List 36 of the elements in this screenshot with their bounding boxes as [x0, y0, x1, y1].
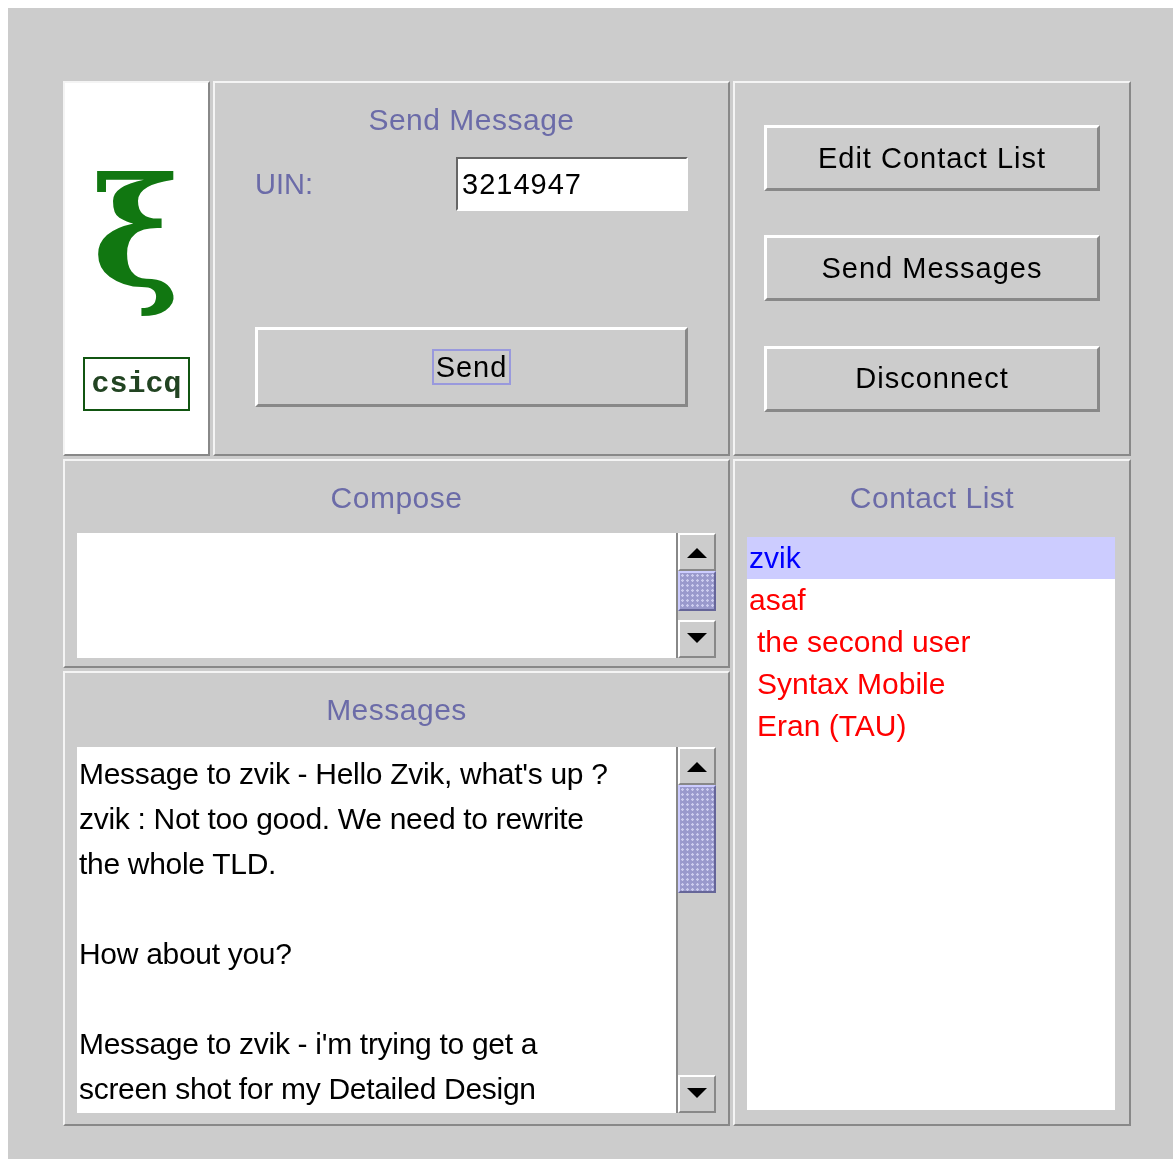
scroll-up-button[interactable]: [678, 747, 716, 785]
uin-label: UIN:: [255, 167, 313, 201]
scroll-thumb[interactable]: [678, 785, 716, 893]
panel-title: Messages: [326, 693, 467, 727]
panel-title: Compose: [330, 481, 463, 515]
compose-field[interactable]: [77, 533, 676, 658]
logo-symbol: ξ: [92, 142, 181, 322]
panel-title: Contact List: [849, 481, 1015, 515]
contact-item[interactable]: asaf: [747, 579, 1115, 621]
up-arrow-icon: [687, 760, 707, 772]
panel-title: Send Message: [368, 103, 575, 137]
up-arrow-icon: [687, 546, 707, 558]
message-line: screen shot for my Detailed Design: [79, 1071, 536, 1107]
scrollbar[interactable]: [676, 747, 716, 1113]
scrollbar[interactable]: [676, 533, 716, 658]
logo-label: csicq: [83, 356, 190, 411]
uin-field[interactable]: 3214947: [456, 157, 688, 211]
action-button[interactable]: Send Messages: [764, 235, 1100, 302]
contact-item[interactable]: Eran (TAU): [747, 705, 1115, 747]
scroll-down-button[interactable]: [678, 620, 716, 658]
message-line: Message to zvik - i'm trying to get a: [79, 1026, 538, 1062]
message-line: the whole TLD.: [79, 846, 277, 882]
contact-item[interactable]: zvik: [747, 537, 1115, 579]
action-button[interactable]: Disconnect: [764, 345, 1100, 412]
message-line: zvik : Not too good. We need to rewrite: [79, 801, 584, 837]
contact-item[interactable]: Syntax Mobile: [747, 663, 1115, 705]
message-line: How about you?: [79, 936, 292, 972]
down-arrow-icon: [687, 1088, 707, 1100]
contact-item[interactable]: the second user: [747, 621, 1115, 663]
send-button[interactable]: Send: [255, 327, 688, 407]
action-button[interactable]: Edit Contact List: [764, 125, 1100, 192]
scroll-up-button[interactable]: [678, 533, 716, 571]
down-arrow-icon: [687, 633, 707, 645]
message-line: Message to zvik - Hello Zvik, what's up ?: [79, 756, 608, 792]
scroll-thumb[interactable]: [678, 571, 716, 611]
scroll-down-button[interactable]: [678, 1075, 716, 1113]
